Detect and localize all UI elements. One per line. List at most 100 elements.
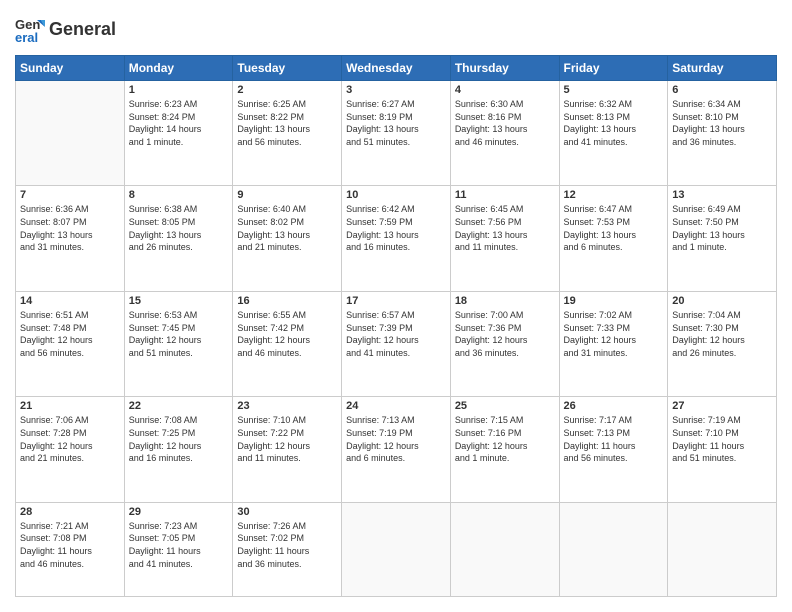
day-info: Sunrise: 7:02 AM Sunset: 7:33 PM Dayligh… <box>564 309 664 359</box>
day-info: Sunrise: 6:57 AM Sunset: 7:39 PM Dayligh… <box>346 309 446 359</box>
day-info: Sunrise: 6:36 AM Sunset: 8:07 PM Dayligh… <box>20 203 120 253</box>
logo-icon: Gen eral <box>15 15 45 45</box>
calendar-cell: 5 Sunrise: 6:32 AM Sunset: 8:13 PM Daylig… <box>559 81 668 186</box>
day-info: Sunrise: 7:15 AM Sunset: 7:16 PM Dayligh… <box>455 414 555 464</box>
day-info: Sunrise: 6:32 AM Sunset: 8:13 PM Dayligh… <box>564 98 664 148</box>
day-number: 8 <box>129 189 229 201</box>
day-number: 26 <box>564 400 664 412</box>
calendar-cell: 26 Sunrise: 7:17 AM Sunset: 7:13 PM Dayli… <box>559 397 668 502</box>
calendar-cell: 21 Sunrise: 7:06 AM Sunset: 7:28 PM Dayli… <box>16 397 125 502</box>
day-number: 1 <box>129 84 229 96</box>
calendar-cell: 2 Sunrise: 6:25 AM Sunset: 8:22 PM Daylig… <box>233 81 342 186</box>
day-info: Sunrise: 7:08 AM Sunset: 7:25 PM Dayligh… <box>129 414 229 464</box>
calendar-cell <box>16 81 125 186</box>
day-number: 9 <box>237 189 337 201</box>
day-info: Sunrise: 6:34 AM Sunset: 8:10 PM Dayligh… <box>672 98 772 148</box>
calendar-cell: 8 Sunrise: 6:38 AM Sunset: 8:05 PM Daylig… <box>124 186 233 291</box>
day-number: 13 <box>672 189 772 201</box>
header-saturday: Saturday <box>668 56 777 81</box>
calendar-header-row: SundayMondayTuesdayWednesdayThursdayFrid… <box>16 56 777 81</box>
calendar-cell: 17 Sunrise: 6:57 AM Sunset: 7:39 PM Dayli… <box>342 291 451 396</box>
day-number: 2 <box>237 84 337 96</box>
calendar-cell: 23Sunrise: 7:10 AM Sunset: 7:22 PM Dayli… <box>233 397 342 502</box>
day-number: 27 <box>672 400 772 412</box>
day-number: 11 <box>455 189 555 201</box>
header-friday: Friday <box>559 56 668 81</box>
day-number: 22 <box>129 400 229 412</box>
calendar-cell: 1 Sunrise: 6:23 AM Sunset: 8:24 PM Daylig… <box>124 81 233 186</box>
calendar-cell: 13 Sunrise: 6:49 AM Sunset: 7:50 PM Dayli… <box>668 186 777 291</box>
calendar-cell: 24Sunrise: 7:13 AM Sunset: 7:19 PM Dayli… <box>342 397 451 502</box>
day-info: Sunrise: 7:06 AM Sunset: 7:28 PM Dayligh… <box>20 414 120 464</box>
calendar-cell: 4Sunrise: 6:30 AM Sunset: 8:16 PM Daylig… <box>450 81 559 186</box>
week-row-5: 28Sunrise: 7:21 AM Sunset: 7:08 PM Dayli… <box>16 502 777 596</box>
calendar-cell: 28Sunrise: 7:21 AM Sunset: 7:08 PM Dayli… <box>16 502 125 596</box>
week-row-1: 1 Sunrise: 6:23 AM Sunset: 8:24 PM Daylig… <box>16 81 777 186</box>
logo: Gen eral General <box>15 15 116 45</box>
week-row-2: 7 Sunrise: 6:36 AM Sunset: 8:07 PM Daylig… <box>16 186 777 291</box>
day-info: Sunrise: 6:51 AM Sunset: 7:48 PM Dayligh… <box>20 309 120 359</box>
day-info: Sunrise: 7:04 AM Sunset: 7:30 PM Dayligh… <box>672 309 772 359</box>
calendar-cell: 29Sunrise: 7:23 AM Sunset: 7:05 PM Dayli… <box>124 502 233 596</box>
day-info: Sunrise: 6:30 AM Sunset: 8:16 PM Dayligh… <box>455 98 555 148</box>
day-number: 7 <box>20 189 120 201</box>
calendar-cell: 27 Sunrise: 7:19 AM Sunset: 7:10 PM Dayli… <box>668 397 777 502</box>
day-number: 18 <box>455 295 555 307</box>
header: Gen eral General <box>15 15 777 45</box>
calendar-cell: 7 Sunrise: 6:36 AM Sunset: 8:07 PM Daylig… <box>16 186 125 291</box>
day-info: Sunrise: 6:42 AM Sunset: 7:59 PM Dayligh… <box>346 203 446 253</box>
day-number: 30 <box>237 506 337 518</box>
calendar-cell: 6 Sunrise: 6:34 AM Sunset: 8:10 PM Daylig… <box>668 81 777 186</box>
calendar-cell: 18 Sunrise: 7:00 AM Sunset: 7:36 PM Dayli… <box>450 291 559 396</box>
day-number: 21 <box>20 400 120 412</box>
day-info: Sunrise: 6:47 AM Sunset: 7:53 PM Dayligh… <box>564 203 664 253</box>
day-info: Sunrise: 7:17 AM Sunset: 7:13 PM Dayligh… <box>564 414 664 464</box>
day-info: Sunrise: 6:55 AM Sunset: 7:42 PM Dayligh… <box>237 309 337 359</box>
calendar-cell: 30 Sunrise: 7:26 AM Sunset: 7:02 PM Dayli… <box>233 502 342 596</box>
day-number: 14 <box>20 295 120 307</box>
day-info: Sunrise: 7:19 AM Sunset: 7:10 PM Dayligh… <box>672 414 772 464</box>
day-number: 12 <box>564 189 664 201</box>
day-info: Sunrise: 6:40 AM Sunset: 8:02 PM Dayligh… <box>237 203 337 253</box>
header-thursday: Thursday <box>450 56 559 81</box>
day-info: Sunrise: 7:26 AM Sunset: 7:02 PM Dayligh… <box>237 520 337 570</box>
week-row-3: 14 Sunrise: 6:51 AM Sunset: 7:48 PM Dayli… <box>16 291 777 396</box>
day-info: Sunrise: 6:45 AM Sunset: 7:56 PM Dayligh… <box>455 203 555 253</box>
header-wednesday: Wednesday <box>342 56 451 81</box>
day-number: 16 <box>237 295 337 307</box>
svg-text:eral: eral <box>15 30 38 45</box>
calendar-table: SundayMondayTuesdayWednesdayThursdayFrid… <box>15 55 777 597</box>
week-row-4: 21 Sunrise: 7:06 AM Sunset: 7:28 PM Dayli… <box>16 397 777 502</box>
day-number: 5 <box>564 84 664 96</box>
day-info: Sunrise: 7:13 AM Sunset: 7:19 PM Dayligh… <box>346 414 446 464</box>
calendar-cell: 12 Sunrise: 6:47 AM Sunset: 7:53 PM Dayli… <box>559 186 668 291</box>
calendar-cell: 11 Sunrise: 6:45 AM Sunset: 7:56 PM Dayli… <box>450 186 559 291</box>
day-info: Sunrise: 6:38 AM Sunset: 8:05 PM Dayligh… <box>129 203 229 253</box>
calendar-cell <box>342 502 451 596</box>
day-number: 15 <box>129 295 229 307</box>
calendar-cell: 3Sunrise: 6:27 AM Sunset: 8:19 PM Daylig… <box>342 81 451 186</box>
day-number: 6 <box>672 84 772 96</box>
header-tuesday: Tuesday <box>233 56 342 81</box>
day-number: 28 <box>20 506 120 518</box>
day-number: 19 <box>564 295 664 307</box>
day-number: 20 <box>672 295 772 307</box>
day-number: 29 <box>129 506 229 518</box>
calendar-cell: 25 Sunrise: 7:15 AM Sunset: 7:16 PM Dayli… <box>450 397 559 502</box>
calendar-cell <box>559 502 668 596</box>
calendar-cell <box>668 502 777 596</box>
day-info: Sunrise: 6:25 AM Sunset: 8:22 PM Dayligh… <box>237 98 337 148</box>
day-number: 10 <box>346 189 446 201</box>
header-sunday: Sunday <box>16 56 125 81</box>
header-monday: Monday <box>124 56 233 81</box>
day-info: Sunrise: 6:23 AM Sunset: 8:24 PM Dayligh… <box>129 98 229 148</box>
calendar-cell <box>450 502 559 596</box>
day-number: 17 <box>346 295 446 307</box>
calendar-cell: 22 Sunrise: 7:08 AM Sunset: 7:25 PM Dayli… <box>124 397 233 502</box>
day-number: 25 <box>455 400 555 412</box>
calendar-cell: 16 Sunrise: 6:55 AM Sunset: 7:42 PM Dayli… <box>233 291 342 396</box>
calendar-cell: 20 Sunrise: 7:04 AM Sunset: 7:30 PM Dayli… <box>668 291 777 396</box>
calendar-cell: 14 Sunrise: 6:51 AM Sunset: 7:48 PM Dayli… <box>16 291 125 396</box>
day-info: Sunrise: 6:49 AM Sunset: 7:50 PM Dayligh… <box>672 203 772 253</box>
day-info: Sunrise: 7:00 AM Sunset: 7:36 PM Dayligh… <box>455 309 555 359</box>
